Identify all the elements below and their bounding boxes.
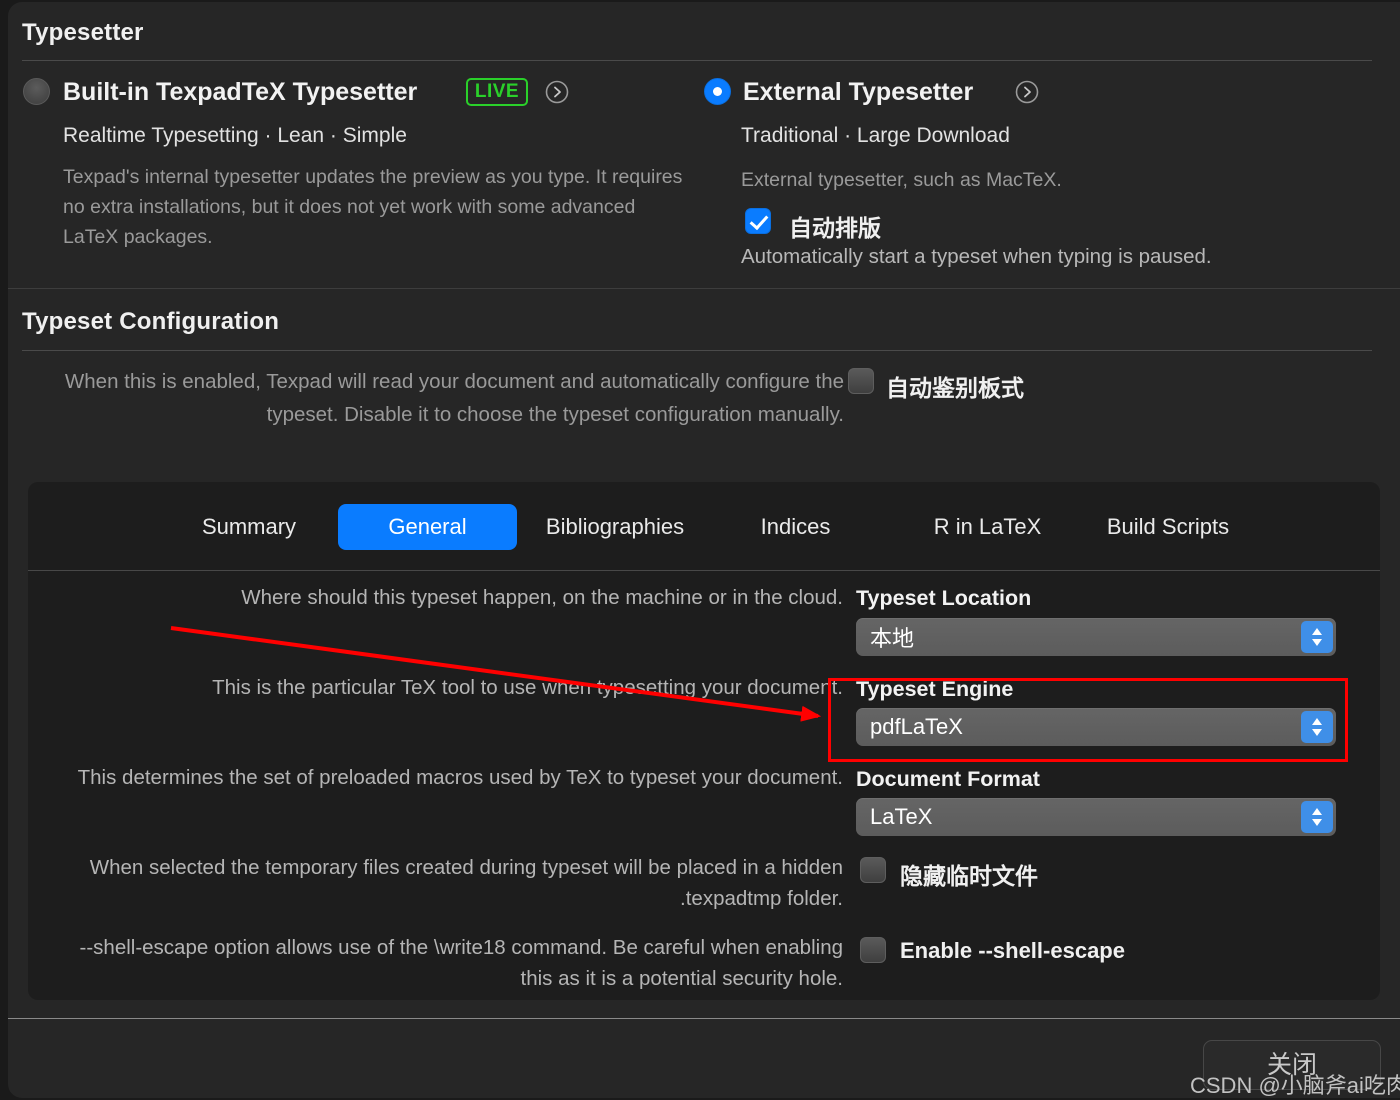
select-typeset-engine[interactable]: pdfLaTeX [856, 708, 1336, 746]
hide-temp-files-checkbox[interactable] [860, 857, 886, 883]
preferences-window: Typesetter Built-in TexpadTeX Typesetter… [8, 2, 1400, 1098]
select-document-format-value: LaTeX [870, 804, 933, 829]
stepper-icon-engine[interactable] [1301, 711, 1333, 743]
row-description-engine: This is the particular TeX tool to use w… [212, 676, 843, 699]
auto-detect-label: 自动鉴别板式 [886, 375, 1024, 401]
row-description-format: This determines the set of preloaded mac… [77, 766, 843, 789]
tab-bibliographies[interactable]: Bibliographies [527, 504, 703, 550]
external-typesetter-description: External typesetter, such as MacTeX. [741, 169, 1062, 191]
footer-divider [8, 1018, 1400, 1019]
select-typeset-engine-value: pdfLaTeX [870, 714, 963, 739]
stepper-icon-location[interactable] [1301, 621, 1333, 653]
tab-indices[interactable]: Indices [738, 504, 853, 550]
tabbar-divider [28, 570, 1380, 571]
select-document-format[interactable]: LaTeX [856, 798, 1336, 836]
external-typesetter-subtitle: Traditional · Large Download [741, 124, 1010, 147]
live-badge: LIVE [466, 78, 528, 106]
divider-typesetter [22, 60, 1372, 61]
select-typeset-location[interactable]: 本地 [856, 618, 1336, 656]
typeset-config-panel: Summary General Bibliographies Indices R… [28, 482, 1380, 1000]
chevron-right-circle-icon[interactable] [545, 80, 569, 104]
field-label-typeset-location: Typeset Location [856, 586, 1032, 610]
row-description-shell-escape: --shell-escape option allows use of the … [79, 936, 843, 990]
builtin-typesetter-subtitle: Realtime Typesetting · Lean · Simple [63, 124, 407, 147]
section-title-typesetter: Typesetter [22, 19, 144, 46]
auto-typeset-label: 自动排版 [789, 215, 881, 241]
auto-typeset-checkbox[interactable] [745, 208, 771, 234]
builtin-typesetter-title: Built-in TexpadTeX Typesetter [63, 78, 418, 106]
stepper-icon-format[interactable] [1301, 801, 1333, 833]
tab-build-scripts[interactable]: Build Scripts [1083, 504, 1253, 550]
auto-detect-checkbox[interactable] [848, 368, 874, 394]
hide-temp-files-label: 隐藏临时文件 [900, 863, 1038, 889]
row-description-location: Where should this typeset happen, on the… [241, 586, 843, 609]
builtin-typesetter-description: Texpad's internal typesetter updates the… [63, 166, 683, 248]
tab-r-in-latex[interactable]: R in LaTeX [910, 504, 1065, 550]
divider-sections [8, 288, 1400, 289]
section-title-config: Typeset Configuration [22, 308, 280, 335]
radio-builtin-typesetter[interactable] [23, 78, 50, 105]
auto-typeset-note: Automatically start a typeset when typin… [741, 245, 1212, 268]
external-typesetter-title: External Typesetter [743, 78, 974, 106]
select-typeset-location-value: 本地 [870, 626, 915, 651]
chevron-right-circle-icon-external[interactable] [1015, 80, 1039, 104]
radio-external-typesetter[interactable] [704, 78, 731, 105]
shell-escape-checkbox[interactable] [860, 937, 886, 963]
tab-general[interactable]: General [338, 504, 517, 550]
shell-escape-label: Enable --shell-escape [900, 938, 1125, 963]
field-label-typeset-engine: Typeset Engine [856, 677, 1014, 701]
field-label-document-format: Document Format [856, 767, 1040, 791]
csdn-watermark: CSDN @小脑斧ai吃肉 [1190, 1073, 1400, 1098]
tab-summary[interactable]: Summary [183, 504, 315, 550]
row-description-hide-temp: When selected the temporary files create… [89, 856, 843, 910]
divider-config [22, 350, 1372, 351]
screenshot-root: Typesetter Built-in TexpadTeX Typesetter… [0, 0, 1400, 1100]
config-description: When this is enabled, Texpad will read y… [64, 370, 844, 426]
